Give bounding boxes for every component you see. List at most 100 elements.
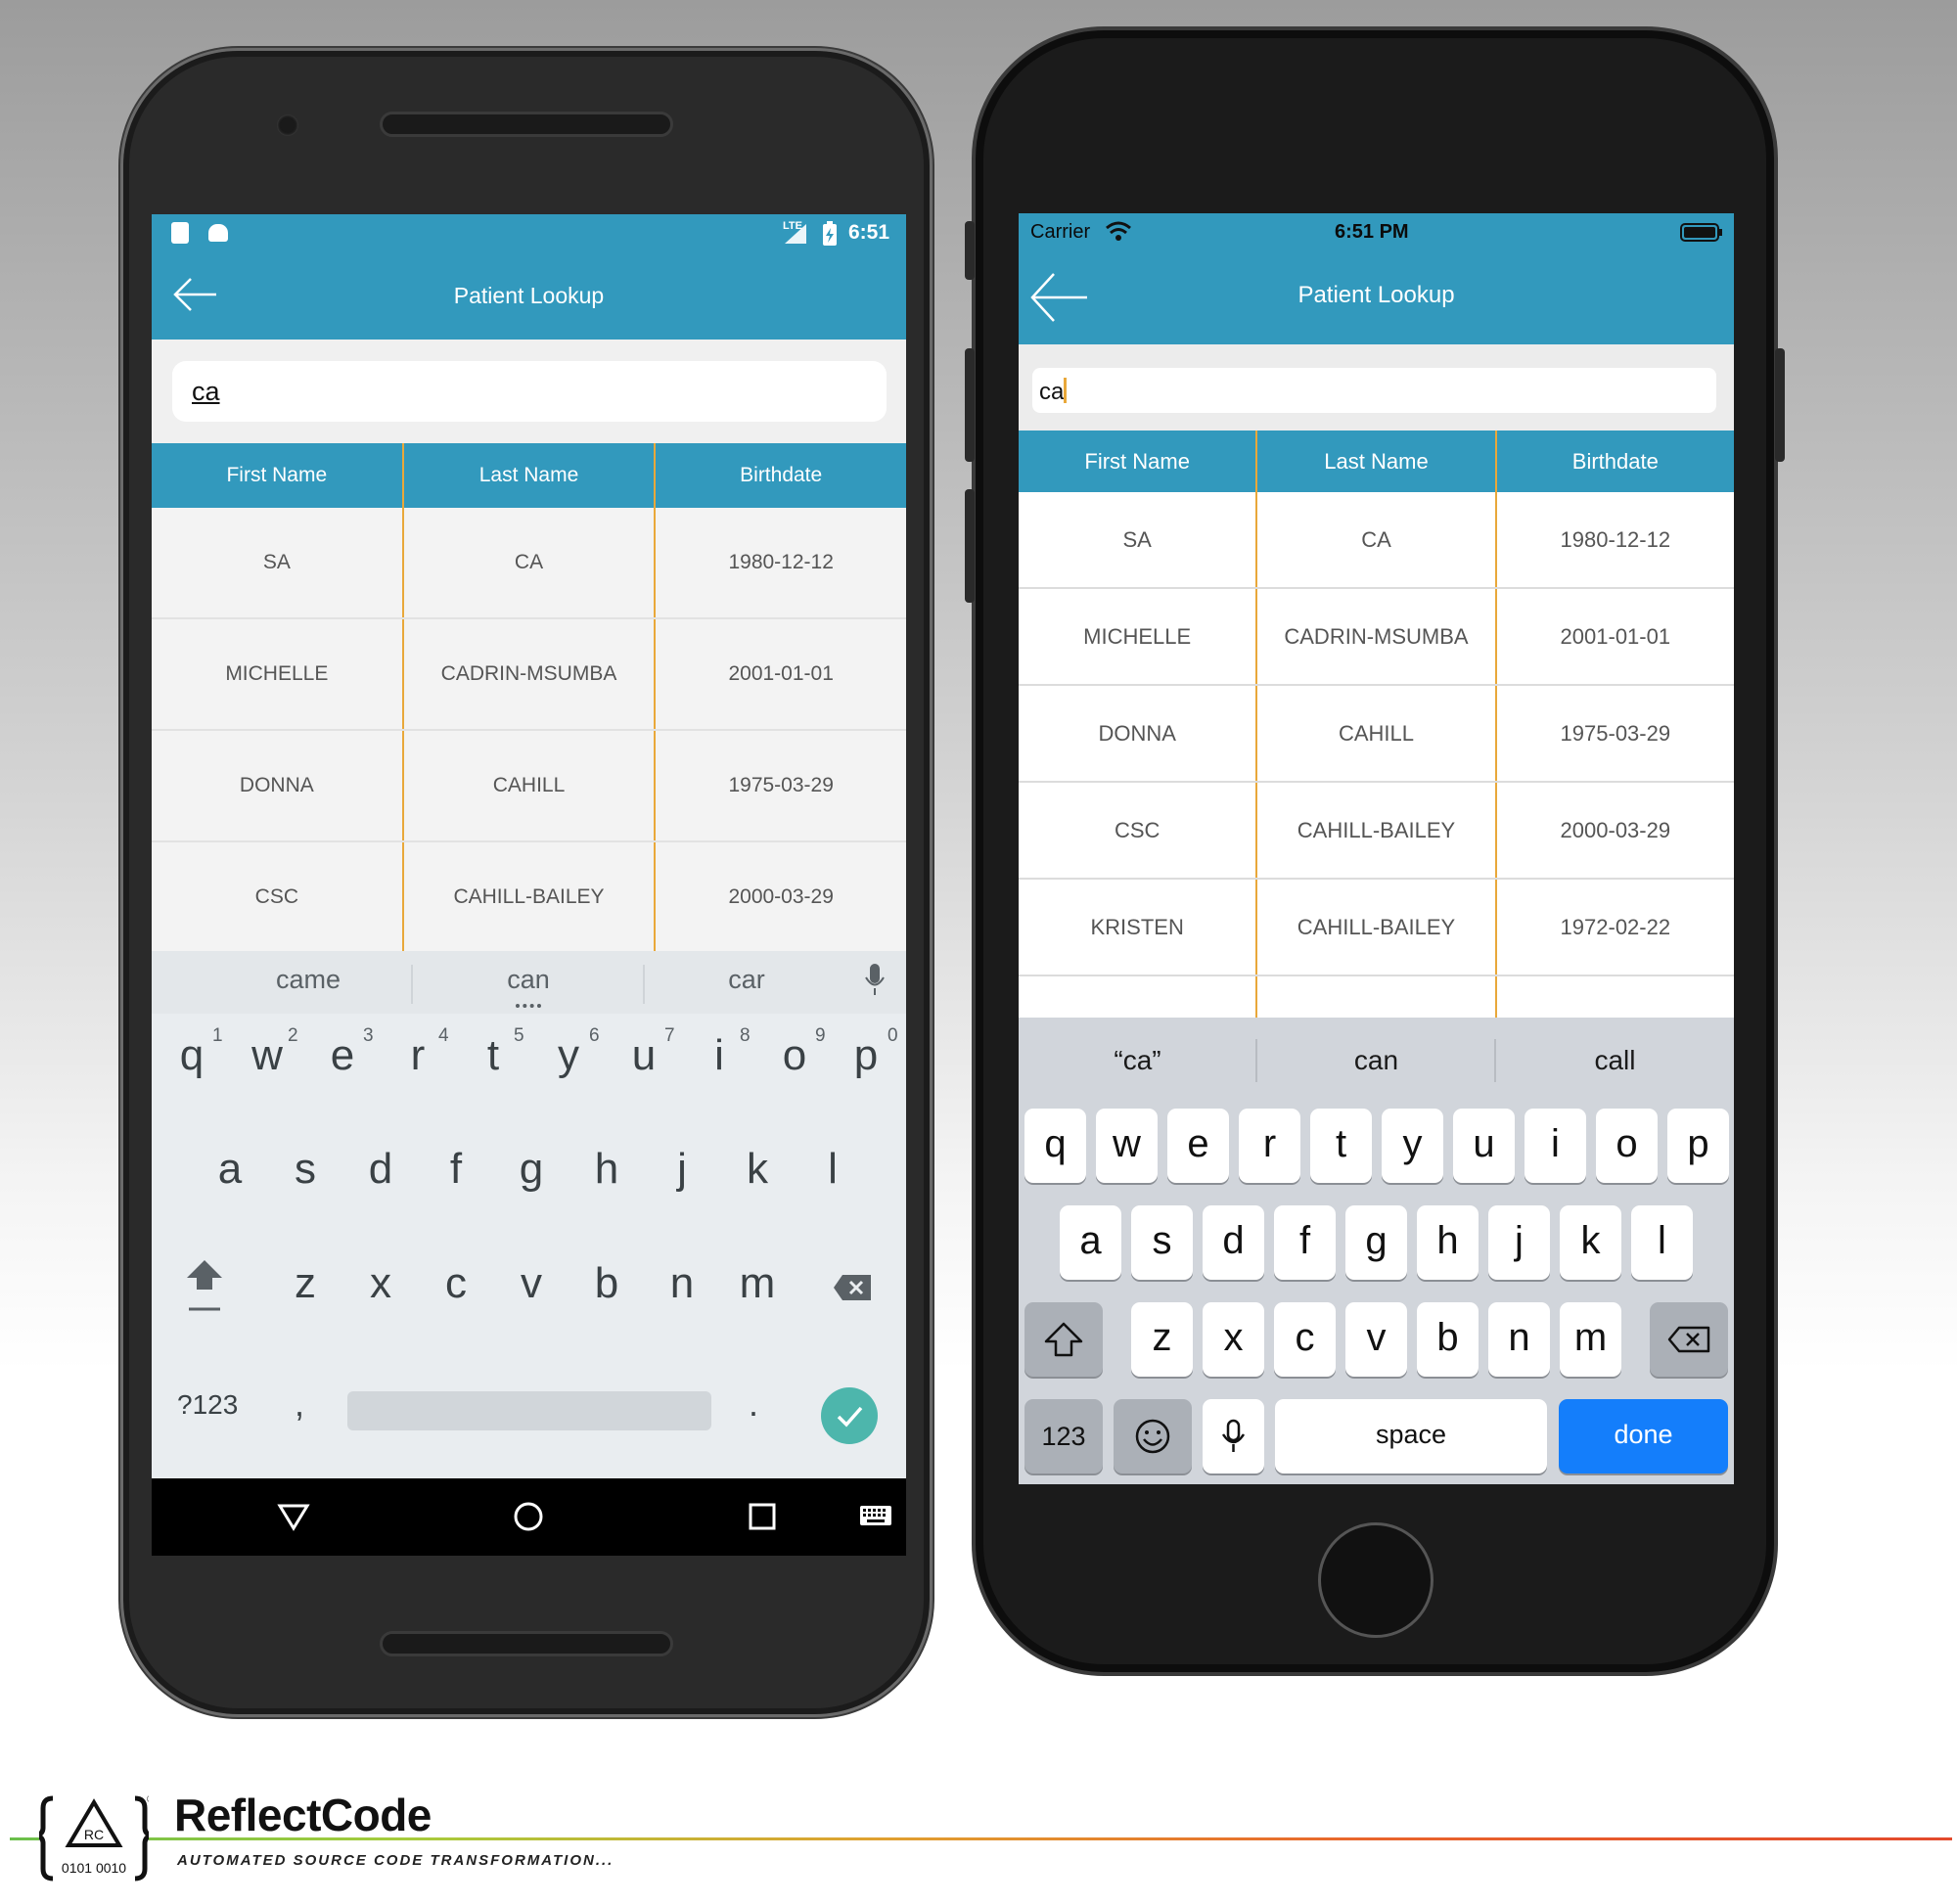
nav-recents-icon[interactable] xyxy=(748,1502,777,1531)
space-bar[interactable]: space xyxy=(1275,1399,1547,1473)
dictation-key[interactable] xyxy=(1203,1399,1264,1473)
key-n[interactable]: n xyxy=(1488,1302,1550,1377)
key-f[interactable]: f xyxy=(1274,1205,1336,1280)
key-r[interactable]: r xyxy=(1239,1109,1300,1183)
suggestion-came[interactable]: came xyxy=(210,965,406,995)
suggestion-car[interactable]: car xyxy=(649,965,844,995)
mute-switch xyxy=(965,221,975,280)
symbols-key[interactable]: ?123 xyxy=(177,1389,238,1421)
suggestion-can[interactable]: can xyxy=(1257,1045,1495,1076)
table-row[interactable]: MICHELLE CADRIN-MSUMBA 2001-01-01 xyxy=(1019,589,1734,686)
key-i[interactable]: i xyxy=(1525,1109,1586,1183)
key-t[interactable]: t xyxy=(458,1031,528,1080)
key-w[interactable]: w xyxy=(1096,1109,1158,1183)
more-suggestions-dots xyxy=(516,1004,541,1008)
column-header-birthdate[interactable]: Birthdate xyxy=(656,443,906,508)
key-k[interactable]: k xyxy=(722,1145,793,1194)
key-g[interactable]: g xyxy=(496,1145,567,1194)
key-e[interactable]: e xyxy=(1167,1109,1229,1183)
key-n[interactable]: n xyxy=(647,1259,717,1308)
key-b[interactable]: b xyxy=(1417,1302,1479,1377)
column-header-first-name[interactable]: First Name xyxy=(152,443,404,508)
key-r[interactable]: r xyxy=(383,1031,453,1080)
key-y[interactable]: y xyxy=(533,1031,604,1080)
key-h[interactable]: h xyxy=(1417,1205,1479,1280)
key-k[interactable]: k xyxy=(1560,1205,1621,1280)
key-w[interactable]: w xyxy=(232,1031,302,1080)
key-d[interactable]: d xyxy=(1203,1205,1264,1280)
key-x[interactable]: x xyxy=(345,1259,416,1308)
comma-key[interactable]: , xyxy=(295,1383,304,1425)
key-d[interactable]: d xyxy=(345,1145,416,1194)
shift-key[interactable] xyxy=(1024,1302,1103,1377)
table-row[interactable]: MICHELLE CADRIN-MSUMBA 2001-01-01 xyxy=(152,619,906,731)
key-p[interactable]: p xyxy=(1667,1109,1729,1183)
key-f[interactable]: f xyxy=(421,1145,491,1194)
key-s[interactable]: s xyxy=(1131,1205,1193,1280)
key-o[interactable]: o xyxy=(759,1031,830,1080)
emoji-key[interactable] xyxy=(1114,1399,1192,1473)
search-input[interactable]: ca xyxy=(1032,368,1716,413)
key-z[interactable]: z xyxy=(270,1259,341,1308)
suggestion-can[interactable]: can xyxy=(431,965,626,995)
key-p[interactable]: p xyxy=(831,1031,901,1080)
table-row[interactable]: DONNA CAHILL 1975-03-29 xyxy=(1019,686,1734,783)
key-c[interactable]: c xyxy=(421,1259,491,1308)
key-q[interactable]: q xyxy=(157,1031,227,1080)
key-a[interactable]: a xyxy=(195,1145,265,1194)
key-l[interactable]: l xyxy=(797,1145,868,1194)
key-x[interactable]: x xyxy=(1203,1302,1264,1377)
key-j[interactable]: j xyxy=(1488,1205,1550,1280)
table-row[interactable]: SA CA 1980-12-12 xyxy=(152,508,906,619)
column-header-last-name[interactable]: Last Name xyxy=(404,443,657,508)
table-row[interactable]: KRISTEN CAHILL-BAILEY 1972-02-22 xyxy=(1019,880,1734,976)
key-a[interactable]: a xyxy=(1060,1205,1121,1280)
microphone-icon[interactable] xyxy=(864,963,886,996)
done-button[interactable]: done xyxy=(1559,1399,1728,1473)
key-v[interactable]: v xyxy=(1345,1302,1407,1377)
key-m[interactable]: m xyxy=(1560,1302,1621,1377)
key-s[interactable]: s xyxy=(270,1145,341,1194)
suggestion-call[interactable]: call xyxy=(1496,1045,1734,1076)
backspace-icon xyxy=(1667,1326,1710,1353)
key-l[interactable]: l xyxy=(1631,1205,1693,1280)
home-button[interactable] xyxy=(1318,1522,1434,1638)
key-v[interactable]: v xyxy=(496,1259,567,1308)
key-h[interactable]: h xyxy=(571,1145,642,1194)
key-z[interactable]: z xyxy=(1131,1302,1193,1377)
shift-icon[interactable] xyxy=(183,1256,226,1313)
nav-back-icon[interactable] xyxy=(277,1502,310,1531)
keyboard-switch-icon[interactable] xyxy=(859,1505,892,1528)
battery-icon xyxy=(1680,223,1722,242)
enter-button[interactable] xyxy=(821,1387,878,1444)
table-row[interactable]: SA CA 1980-12-12 xyxy=(1019,492,1734,589)
key-b[interactable]: b xyxy=(571,1259,642,1308)
key-u[interactable]: u xyxy=(1453,1109,1515,1183)
key-i[interactable]: i xyxy=(684,1031,754,1080)
key-o[interactable]: o xyxy=(1596,1109,1658,1183)
nav-home-icon[interactable] xyxy=(512,1500,545,1533)
column-header-last-name[interactable]: Last Name xyxy=(1257,431,1497,492)
key-y[interactable]: y xyxy=(1382,1109,1443,1183)
key-u[interactable]: u xyxy=(609,1031,679,1080)
sd-card-icon xyxy=(171,222,189,244)
key-j[interactable]: j xyxy=(647,1145,717,1194)
table-row[interactable]: CSC CAHILL-BAILEY 2000-03-29 xyxy=(1019,783,1734,880)
key-m[interactable]: m xyxy=(722,1259,793,1308)
table-row[interactable]: DONNA CAHILL 1975-03-29 xyxy=(152,731,906,842)
key-g[interactable]: g xyxy=(1345,1205,1407,1280)
space-bar[interactable] xyxy=(347,1391,711,1430)
period-key[interactable]: . xyxy=(749,1383,758,1425)
table-row[interactable]: CSC CAHILL-BAILEY 2000-03-29 xyxy=(152,842,906,954)
column-header-first-name[interactable]: First Name xyxy=(1019,431,1258,492)
column-header-birthdate[interactable]: Birthdate xyxy=(1497,431,1734,492)
suggestion-literal[interactable]: “ca” xyxy=(1019,1045,1256,1076)
key-t[interactable]: t xyxy=(1310,1109,1372,1183)
numbers-key[interactable]: 123 xyxy=(1024,1399,1103,1473)
key-q[interactable]: q xyxy=(1024,1109,1086,1183)
key-e[interactable]: e xyxy=(307,1031,378,1080)
search-input[interactable]: ca xyxy=(172,361,887,422)
backspace-icon[interactable] xyxy=(833,1274,872,1301)
delete-key[interactable] xyxy=(1650,1302,1728,1377)
key-c[interactable]: c xyxy=(1274,1302,1336,1377)
